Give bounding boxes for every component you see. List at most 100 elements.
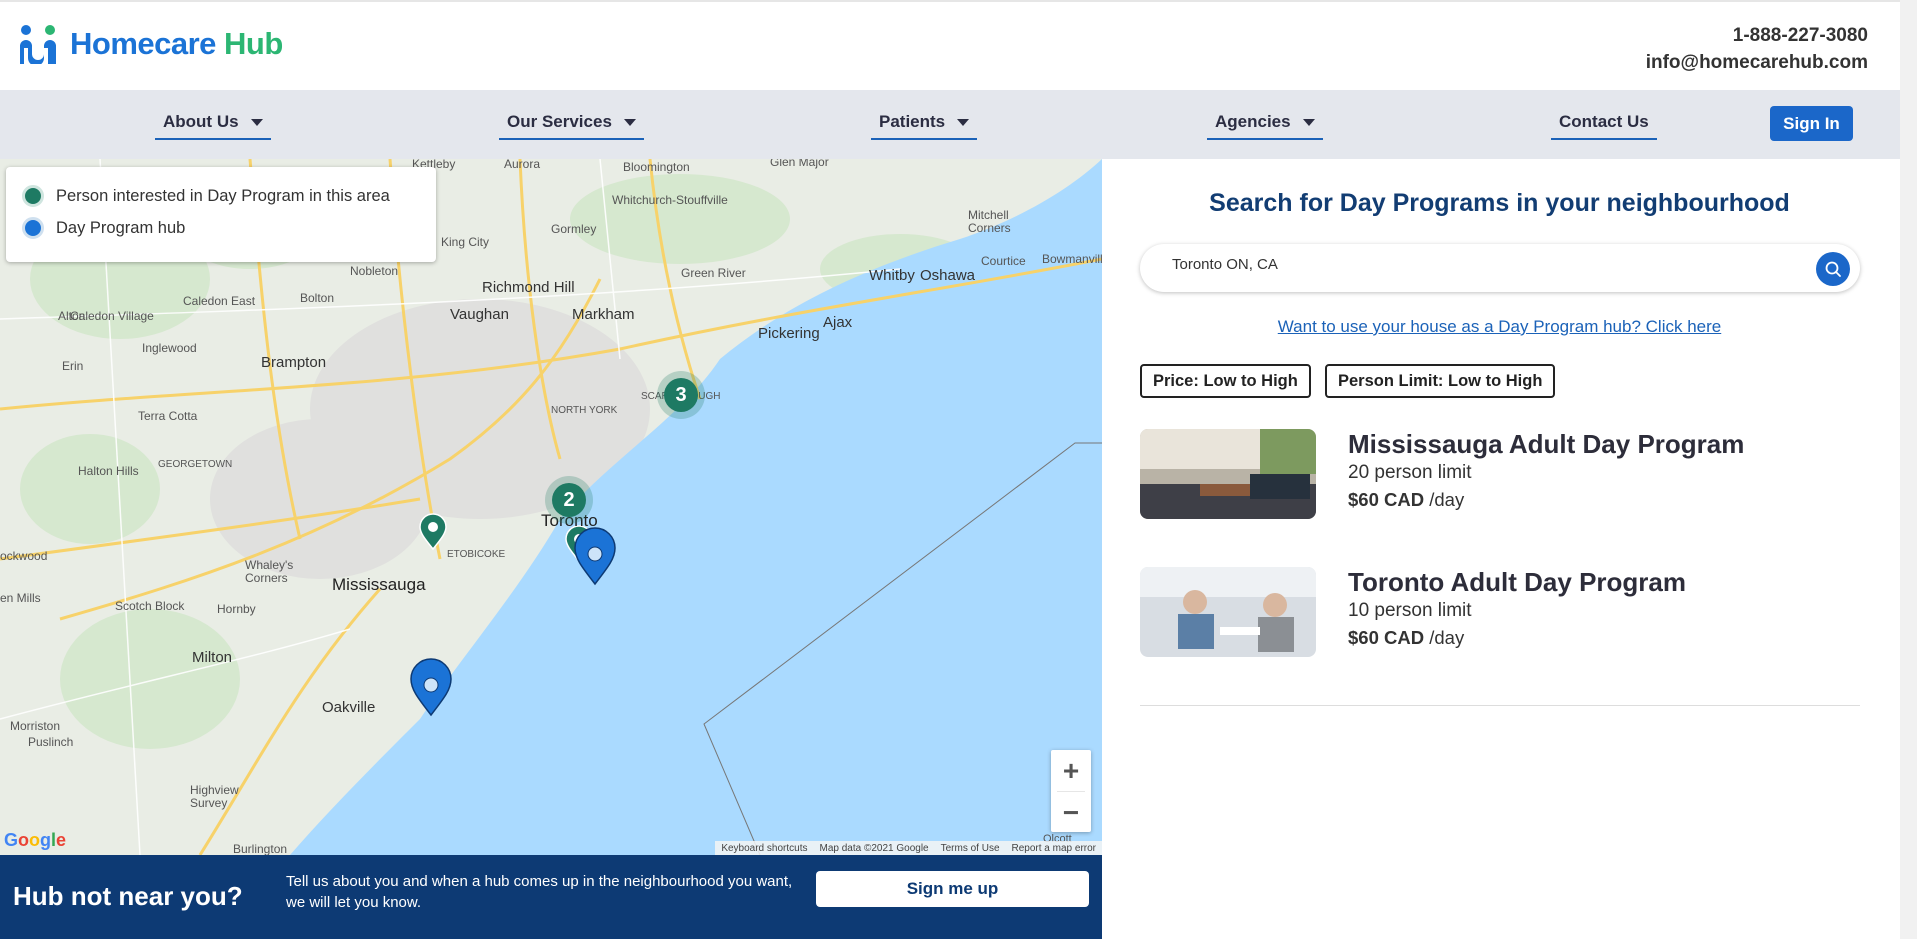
map-label: Gormley <box>551 222 597 236</box>
program-image[interactable] <box>1140 567 1316 657</box>
blue-dot-icon <box>22 217 44 239</box>
seniors-photo-icon <box>1140 567 1316 657</box>
map-label: Alton <box>58 309 86 323</box>
map-label: Ajax <box>823 314 853 331</box>
map-label: Terra Cotta <box>138 409 198 423</box>
map-legend: Person interested in Day Program in this… <box>6 167 436 262</box>
map[interactable]: Caledon Village Caledon East Bolton Nobl… <box>0 159 1102 855</box>
sign-me-up-button[interactable]: Sign me up <box>816 871 1089 907</box>
sort-price-button[interactable]: Price: Low to High <box>1140 364 1311 398</box>
map-label: Green River <box>681 266 746 280</box>
logo-text-hub: Hub <box>224 26 283 61</box>
map-label: Nobleton <box>350 264 399 278</box>
map-canvas <box>0 159 1102 855</box>
map-label: Milton <box>192 649 233 666</box>
report-error-link[interactable]: Report a map error <box>1012 843 1096 854</box>
map-label: Mitchell Corners <box>968 208 1011 235</box>
map-label: Bolton <box>300 291 335 305</box>
become-hub-link[interactable]: Want to use your house as a Day Program … <box>1102 317 1897 337</box>
google-logo[interactable]: Google <box>4 830 66 851</box>
map-label: Bloomington <box>623 160 690 174</box>
phone-link[interactable]: 1-888-227-3080 <box>1646 22 1868 49</box>
hub-signup-banner: Hub not near you? Tell us about you and … <box>0 855 1105 939</box>
terms-link[interactable]: Terms of Use <box>941 843 1000 854</box>
map-label: Halton Hills <box>78 464 139 478</box>
nav-about-us[interactable]: About Us <box>155 112 271 140</box>
map-label: Hornby <box>217 602 256 616</box>
main-nav: About Us Our Services Patients Agencies … <box>0 90 1900 159</box>
sort-person-limit-button[interactable]: Person Limit: Low to High <box>1325 364 1556 398</box>
map-label: Bowmanvill <box>1042 252 1102 266</box>
map-label: Inglewood <box>142 341 197 355</box>
chevron-down-icon <box>1302 118 1315 126</box>
logo-text: Homecare Hub <box>70 26 283 62</box>
results-divider <box>1140 705 1860 706</box>
zoom-in-button[interactable]: + <box>1051 750 1091 791</box>
map-label: Markham <box>572 306 635 323</box>
map-label: Whitchurch-Stouffville <box>612 193 728 207</box>
search-button[interactable] <box>1816 252 1850 286</box>
map-label: Richmond Hill <box>482 279 575 296</box>
nav-our-services[interactable]: Our Services <box>499 112 644 140</box>
search-icon <box>1825 261 1841 277</box>
program-price-unit: /day <box>1424 627 1465 648</box>
program-image[interactable] <box>1140 429 1316 519</box>
legend-item-person: Person interested in Day Program in this… <box>22 185 420 207</box>
logo-text-home: Homecare <box>70 26 216 61</box>
map-label: Whaley's Corners <box>245 558 294 585</box>
map-label: Caledon East <box>183 294 256 308</box>
map-label: Mississauga <box>332 575 426 594</box>
map-label: Morriston <box>10 719 61 733</box>
map-label: Highview Survey <box>190 783 239 810</box>
search-box <box>1140 244 1860 292</box>
page-scrollbar[interactable] <box>1900 0 1917 939</box>
zoom-control: + − <box>1051 750 1091 832</box>
program-limit: 10 person limit <box>1348 600 1472 621</box>
email-link[interactable]: info@homecarehub.com <box>1646 49 1868 76</box>
nav-agencies[interactable]: Agencies <box>1207 112 1323 140</box>
cluster-marker[interactable]: 2 <box>552 483 586 517</box>
program-price-amount: $60 CAD <box>1348 627 1425 648</box>
nav-contact-us-label: Contact Us <box>1559 112 1649 131</box>
legend-person-label: Person interested in Day Program in this… <box>56 186 390 205</box>
chevron-down-icon <box>250 118 263 126</box>
program-name[interactable]: Mississauga Adult Day Program <box>1348 429 1744 460</box>
map-label: Vaughan <box>450 306 509 323</box>
nav-about-us-label: About Us <box>163 112 239 131</box>
legend-hub-label: Day Program hub <box>56 218 186 237</box>
header-contact: 1-888-227-3080 info@homecarehub.com <box>1646 22 1868 76</box>
keyboard-shortcuts-link[interactable]: Keyboard shortcuts <box>721 843 807 854</box>
nav-patients[interactable]: Patients <box>871 112 978 140</box>
zoom-out-button[interactable]: − <box>1051 792 1091 833</box>
map-attribution: Keyboard shortcuts Map data ©2021 Google… <box>715 841 1102 855</box>
search-panel: Search for Day Programs in your neighbou… <box>1102 159 1900 939</box>
room-photo-icon <box>1140 429 1316 519</box>
map-label: Oakville <box>322 699 376 716</box>
sign-in-button[interactable]: Sign In <box>1770 106 1853 141</box>
program-card[interactable]: Toronto Adult Day Program 10 person limi… <box>1140 567 1860 659</box>
nav-our-services-label: Our Services <box>507 112 612 131</box>
map-label: Oshawa <box>920 267 976 284</box>
map-label: Erin <box>62 359 84 373</box>
map-label: Burlington <box>233 842 288 855</box>
panel-title: Search for Day Programs in your neighbou… <box>1209 189 1790 217</box>
program-price-amount: $60 CAD <box>1348 489 1425 510</box>
program-card[interactable]: Mississauga Adult Day Program 20 person … <box>1140 429 1860 521</box>
nav-patients-label: Patients <box>879 112 946 131</box>
location-search-input[interactable] <box>1172 256 1772 273</box>
map-data-text: Map data ©2021 Google <box>819 842 929 854</box>
legend-item-hub: Day Program hub <box>22 217 420 239</box>
nav-contact-us[interactable]: Contact Us <box>1551 112 1657 140</box>
map-label: Glen Major <box>770 159 829 169</box>
map-label: en Mills <box>0 591 41 605</box>
program-price: $60 CAD /day <box>1348 627 1464 649</box>
map-label: ETOBICOKE <box>447 549 506 560</box>
banner-text: Tell us about you and when a hub comes u… <box>286 873 793 911</box>
logo[interactable]: Homecare Hub <box>16 24 283 64</box>
banner-title: Hub not near you? <box>13 881 243 911</box>
map-label: Brampton <box>261 354 327 371</box>
program-price: $60 CAD /day <box>1348 489 1464 511</box>
program-name[interactable]: Toronto Adult Day Program <box>1348 567 1686 598</box>
cluster-marker[interactable]: 3 <box>664 378 698 412</box>
logo-icon <box>20 25 56 64</box>
